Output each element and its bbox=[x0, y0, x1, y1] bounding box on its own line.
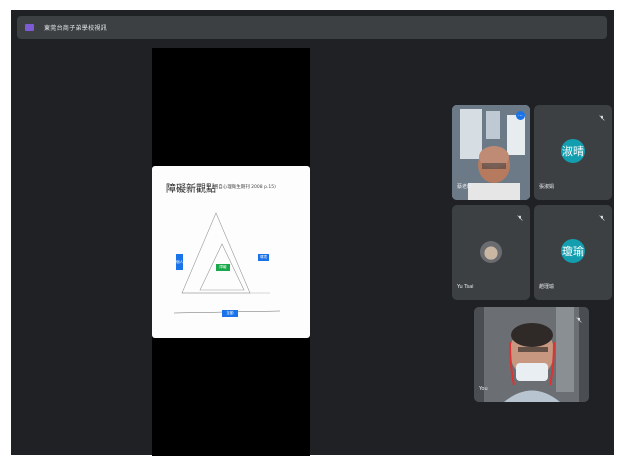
self-video bbox=[474, 307, 589, 402]
more-options-icon[interactable]: ⋯ bbox=[516, 111, 525, 120]
slide-label-individual: 個人 bbox=[176, 254, 183, 270]
participant-name: 趙瑾瑜 bbox=[539, 284, 555, 290]
meeting-window: 東莞台商子弟學校視訊 障礙新觀點 (選自心理衛生期刊 2008 p.15) 個人… bbox=[11, 10, 614, 456]
participant-photo bbox=[480, 240, 502, 263]
mic-off-icon bbox=[599, 115, 605, 121]
participant-tile-2[interactable]: 淑晴 張淑娟 bbox=[534, 105, 612, 200]
presentation-stage[interactable]: 障礙新觀點 (選自心理衛生期刊 2008 p.15) 個人 環境 障礙 互動 bbox=[152, 48, 310, 456]
mic-off-icon bbox=[517, 215, 523, 221]
participant-name: 張淑娟 bbox=[539, 184, 555, 190]
participant-avatar: 淑晴 bbox=[561, 138, 585, 163]
meeting-title-bar: 東莞台商子弟學校視訊 bbox=[17, 16, 607, 39]
slide-label-interaction: 互動 bbox=[222, 310, 238, 317]
participant-tile-1[interactable]: ⋯ 蔡老師 bbox=[452, 105, 530, 200]
shared-slide: 障礙新觀點 (選自心理衛生期刊 2008 p.15) 個人 環境 障礙 互動 bbox=[152, 166, 310, 338]
meeting-title: 東莞台商子弟學校視訊 bbox=[44, 25, 108, 32]
participant-tile-4[interactable]: 瓊瑜 趙瑾瑜 bbox=[534, 205, 612, 300]
participant-name: Yu Tsai bbox=[457, 284, 474, 290]
participant-avatar: 瓊瑜 bbox=[561, 238, 585, 263]
participant-name: You bbox=[479, 386, 488, 392]
mic-off-icon bbox=[599, 215, 605, 221]
meet-logo-icon bbox=[25, 24, 34, 31]
participant-name: 蔡老師 bbox=[457, 184, 473, 190]
slide-label-environment: 環境 bbox=[258, 254, 269, 261]
participant-tile-3[interactable]: Yu Tsai bbox=[452, 205, 530, 300]
mic-off-icon bbox=[576, 317, 582, 323]
slide-label-disability: 障礙 bbox=[216, 264, 230, 271]
self-video-tile[interactable]: You bbox=[474, 307, 589, 402]
